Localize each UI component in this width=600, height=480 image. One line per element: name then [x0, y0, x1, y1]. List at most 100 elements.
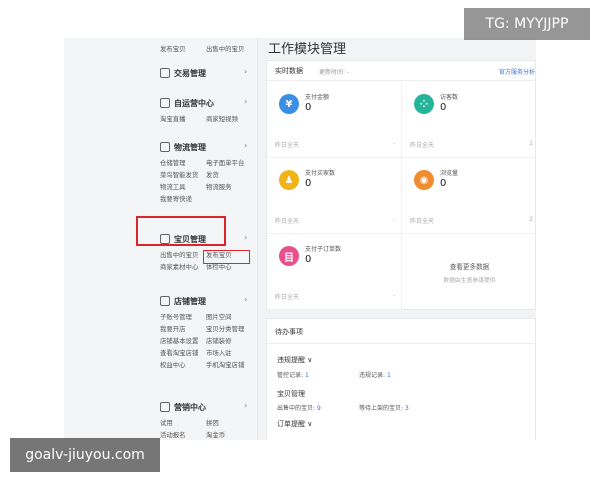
todo-item[interactable]: 违规记录: 1 — [359, 370, 391, 379]
divider — [267, 343, 536, 344]
sidebar-link[interactable]: 店铺基本设置 — [160, 336, 206, 345]
sidebar-link[interactable]: 物流工具 — [160, 182, 206, 191]
sidebar-link[interactable]: 权益中心 — [160, 360, 206, 369]
sidebar-row: 店铺基本设置 店铺装修 — [64, 334, 258, 346]
sidebar-link[interactable]: 商家短视频 — [206, 114, 252, 123]
sidebar-link[interactable]: 活动报名 — [160, 430, 206, 439]
sidebar-link[interactable]: 电子面单平台 — [206, 158, 252, 167]
metric-footnote-value: 2 — [529, 216, 533, 223]
metric-footnote: 昨日全天 — [275, 218, 300, 225]
watermark-site: goalv-jiuyou.com — [10, 438, 160, 472]
sidebar-group-header[interactable]: 营销中心 › — [64, 398, 258, 416]
sidebar: 发布宝贝 出售中的宝贝 交易管理 › 自运营中心 › 淘宝直播 商家短视频 物流… — [64, 38, 258, 440]
chevron-right-icon: › — [244, 67, 248, 76]
trade-icon — [160, 68, 170, 78]
todo-section-title: 宝贝管理 — [277, 390, 305, 398]
shop-icon — [160, 296, 170, 306]
sidebar-group-header[interactable]: 物流管理 › — [64, 138, 258, 156]
yuan-icon: ¥ — [279, 94, 299, 114]
update-time: 更新时间: - — [319, 69, 350, 76]
metric-footnote: 昨日全天 — [410, 218, 435, 225]
chevron-right-icon: › — [244, 295, 248, 304]
sidebar-link[interactable]: 发货 — [206, 170, 252, 179]
sidebar-group-header[interactable]: 店铺管理 › — [64, 292, 258, 310]
sidebar-group-marketing: 营销中心 › 试用 拼团 活动报名 淘金币 — [64, 398, 258, 440]
view-more-panel[interactable]: 查看更多数据 数据由生意参谋提供 — [402, 233, 536, 284]
metric-label: 浏览量 — [440, 170, 459, 177]
sidebar-link[interactable]: 出售中的宝贝 — [206, 44, 252, 53]
official-service-link[interactable]: 官方服务分析 — [499, 67, 535, 76]
sidebar-link[interactable]: 淘金币 — [206, 430, 252, 439]
metric-cell[interactable]: ¥ 支付金额 0 昨日全天 - — [267, 82, 402, 158]
watermark-tg: TG: MYYJJPP — [464, 8, 590, 40]
sidebar-link[interactable]: 发布宝贝 — [160, 44, 206, 53]
view-more-link[interactable]: 查看更多数据 — [402, 261, 536, 271]
sidebar-link[interactable]: 试用 — [160, 418, 206, 427]
sidebar-link[interactable]: 市场入驻 — [206, 348, 252, 357]
sidebar-group-shop: 店铺管理 › 子账号管理 图片空间 我要开店 宝贝分类管理 店铺基本设置 店铺装… — [64, 292, 258, 370]
dash-mark: - — [393, 140, 396, 147]
metric-label: 支付子订单数 — [305, 246, 342, 253]
chevron-right-icon: › — [244, 401, 248, 410]
sidebar-link[interactable]: 店铺装修 — [206, 336, 252, 345]
sidebar-group-self-operation: 自运营中心 › 淘宝直播 商家短视频 — [64, 94, 258, 124]
sidebar-row: 菜鸟智能发货 发货 — [64, 168, 258, 180]
main-content: 工作模块管理 实时数据 更新时间: - 官方服务分析 ¥ 支付金额 0 昨日全天 - ⁘ 访… — [264, 38, 536, 440]
todo-item[interactable]: 管控记录: 1 — [277, 370, 309, 379]
sidebar-row: 试用 拼团 — [64, 416, 258, 428]
sidebar-link[interactable]: 出售中的宝贝 — [160, 250, 206, 259]
metric-footnote: 昨日全天 — [275, 142, 300, 149]
sidebar-row: 我要寄快递 — [64, 192, 258, 204]
order-icon: 目 — [279, 246, 299, 266]
sidebar-row: 淘宝直播 商家短视频 — [64, 112, 258, 124]
chevron-right-icon: › — [244, 97, 248, 106]
sidebar-link[interactable]: 拼团 — [206, 418, 252, 427]
sidebar-link[interactable]: 子账号管理 — [160, 312, 206, 321]
chat-icon — [160, 98, 170, 108]
metric-value: 0 — [305, 254, 312, 265]
todo-item[interactable]: 出售中的宝贝: 9 — [277, 403, 321, 412]
sidebar-link[interactable]: 商家素材中心 — [160, 262, 206, 271]
todo-section-title[interactable]: 违规提醒 ∨ — [277, 355, 312, 365]
sidebar-group-logistics: 物流管理 › 仓储管理 电子面单平台 菜鸟智能发货 发货 物流工具 物流服务 我… — [64, 138, 258, 204]
sidebar-group-header[interactable]: 自运营中心 › — [64, 94, 258, 112]
metric-label: 访客数 — [440, 94, 459, 101]
sidebar-group-header[interactable]: 交易管理 › — [64, 64, 258, 82]
metric-cell[interactable]: ⁘ 访客数 0 昨日全天 1 — [402, 82, 536, 158]
sidebar-row: 仓储管理 电子面单平台 — [64, 156, 258, 168]
sidebar-link[interactable]: 手机淘宝店铺 — [206, 360, 252, 369]
sidebar-link[interactable]: 淘宝直播 — [160, 114, 206, 123]
sidebar-row: 查看淘宝店铺 市场入驻 — [64, 346, 258, 358]
metric-footnote-value: 1 — [529, 140, 533, 147]
eye-icon: ◉ — [414, 170, 434, 190]
chevron-right-icon: › — [244, 233, 248, 242]
sidebar-link[interactable]: 图片空间 — [206, 312, 252, 321]
highlight-box-item-management — [136, 216, 226, 246]
sidebar-link[interactable]: 菜鸟智能发货 — [160, 170, 206, 179]
todo-section-title[interactable]: 订单提醒 ∨ — [277, 419, 312, 429]
sidebar-link[interactable]: 宝贝分类管理 — [206, 324, 252, 333]
todo-item[interactable]: 等待上架的宝贝: 3 — [359, 403, 409, 412]
metric-cell[interactable]: ♟ 支付买家数 0 昨日全天 - — [267, 158, 402, 234]
sidebar-link[interactable]: 物流服务 — [206, 182, 252, 191]
metric-cell[interactable]: ◉ 浏览量 0 昨日全天 2 — [402, 158, 536, 234]
sidebar-link[interactable]: 仓储管理 — [160, 158, 206, 167]
sidebar-link[interactable]: 查看淘宝店铺 — [160, 348, 206, 357]
sidebar-link[interactable]: 我要寄快递 — [160, 194, 206, 203]
truck-icon — [160, 142, 170, 152]
metric-label: 支付金额 — [305, 94, 330, 101]
photo-frame: 发布宝贝 出售中的宝贝 交易管理 › 自运营中心 › 淘宝直播 商家短视频 物流… — [0, 0, 600, 480]
sidebar-row: 权益中心 手机淘宝店铺 — [64, 358, 258, 370]
footprint-icon: ⁘ — [414, 94, 434, 114]
dash-mark: - — [393, 216, 396, 223]
metric-cell[interactable]: 目支付子订单数 0 昨日全天 - — [267, 234, 402, 310]
metric-footnote: 昨日全天 — [275, 294, 300, 301]
chevron-right-icon: › — [244, 141, 248, 150]
view-more-subtitle: 数据由生意参谋提供 — [443, 278, 496, 284]
card-header: 实时数据 更新时间: - 官方服务分析 — [267, 61, 536, 81]
sidebar-group-trade: 交易管理 › — [64, 64, 258, 82]
sidebar-link[interactable]: 我要开店 — [160, 324, 206, 333]
buyer-icon: ♟ — [279, 170, 299, 190]
metric-value: 0 — [440, 102, 447, 113]
todo-title: 待办事项 — [275, 328, 303, 336]
